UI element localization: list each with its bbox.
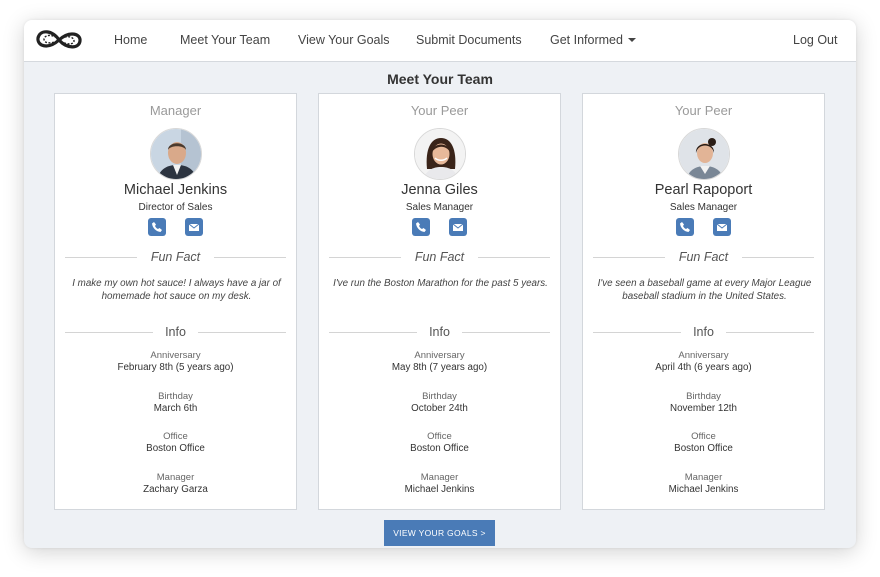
info-label: Manager: [684, 472, 723, 483]
anniversary-info: Anniversary February 8th (5 years ago): [55, 350, 296, 373]
logo-icon[interactable]: [34, 25, 84, 55]
office-info: Office Boston Office: [319, 431, 560, 454]
card-job-title: Sales Manager: [405, 202, 474, 213]
phone-icon[interactable]: [148, 218, 167, 236]
birthday-info: Birthday November 12th: [583, 391, 824, 414]
card-role: Manager: [149, 103, 202, 118]
anniversary-info: Anniversary May 8th (7 years ago): [319, 350, 560, 373]
fun-fact-divider: Fun Fact: [593, 250, 814, 264]
info-divider: Info: [329, 325, 550, 339]
info-value: Boston Office: [410, 443, 469, 454]
anniversary-info: Anniversary April 4th (6 years ago): [583, 350, 824, 373]
info-label: Birthday: [422, 391, 457, 402]
logout-link[interactable]: Log Out: [793, 33, 837, 47]
nav-meet-your-team[interactable]: Meet Your Team: [180, 33, 270, 47]
birthday-info: Birthday October 24th: [319, 391, 560, 414]
info-heading: Info: [693, 325, 714, 339]
info-label: Anniversary: [150, 350, 201, 361]
info-value: Zachary Garza: [143, 484, 208, 495]
team-card-manager: Manager Michael Jenkins Director of Sale…: [54, 93, 297, 510]
manager-info: Manager Michael Jenkins: [319, 472, 560, 495]
card-job-title: Sales Manager: [669, 202, 738, 213]
card-name: Michael Jenkins: [123, 182, 228, 198]
caret-down-icon: [627, 37, 636, 42]
manager-info: Manager Zachary Garza: [55, 472, 296, 495]
info-value: Boston Office: [146, 443, 205, 454]
nav-get-informed-dropdown[interactable]: Get Informed: [550, 33, 636, 47]
info-label: Manager: [420, 472, 459, 483]
card-job-title: Director of Sales: [138, 202, 213, 213]
office-info: Office Boston Office: [55, 431, 296, 454]
info-value: Michael Jenkins: [404, 484, 475, 495]
phone-icon[interactable]: [676, 218, 695, 236]
info-label: Office: [691, 431, 716, 442]
info-heading: Info: [429, 325, 450, 339]
office-info: Office Boston Office: [583, 431, 824, 454]
nav-get-informed-label: Get Informed: [550, 33, 623, 47]
card-name: Pearl Rapoport: [654, 182, 753, 198]
nav-view-your-goals[interactable]: View Your Goals: [298, 33, 390, 47]
avatar: [150, 128, 202, 180]
manager-info: Manager Michael Jenkins: [583, 472, 824, 495]
app-window: Home Meet Your Team View Your Goals Subm…: [24, 20, 856, 548]
page-title: Meet Your Team: [387, 71, 493, 87]
nav-submit-documents[interactable]: Submit Documents: [416, 33, 522, 47]
fun-fact-divider: Fun Fact: [329, 250, 550, 264]
info-divider: Info: [65, 325, 286, 339]
card-name: Jenna Giles: [401, 182, 478, 198]
info-label: Birthday: [158, 391, 193, 402]
info-value: November 12th: [670, 403, 737, 414]
email-icon[interactable]: [184, 218, 203, 236]
info-divider: Info: [593, 325, 814, 339]
fun-fact-heading: Fun Fact: [678, 250, 729, 264]
info-label: Office: [427, 431, 452, 442]
fun-fact-heading: Fun Fact: [150, 250, 201, 264]
avatar: [678, 128, 730, 180]
card-role: Your Peer: [674, 103, 733, 118]
info-value: February 8th (5 years ago): [117, 362, 234, 373]
avatar: [414, 128, 466, 180]
info-value: April 4th (6 years ago): [655, 362, 752, 373]
info-value: Michael Jenkins: [668, 484, 739, 495]
info-value: Boston Office: [674, 443, 733, 454]
info-label: Anniversary: [414, 350, 465, 361]
info-value: May 8th (7 years ago): [391, 362, 488, 373]
email-icon[interactable]: [448, 218, 467, 236]
fun-fact-divider: Fun Fact: [65, 250, 286, 264]
email-icon[interactable]: [712, 218, 731, 236]
fun-fact-heading: Fun Fact: [414, 250, 465, 264]
card-role: Your Peer: [410, 103, 469, 118]
team-card-peer: Your Peer Pearl Rapoport Sales Manager F…: [582, 93, 825, 510]
info-label: Manager: [156, 472, 195, 483]
info-label: Anniversary: [678, 350, 729, 361]
info-heading: Info: [165, 325, 186, 339]
nav-home[interactable]: Home: [114, 33, 147, 47]
view-your-goals-button[interactable]: VIEW YOUR GOALS >: [384, 520, 495, 546]
info-value: October 24th: [411, 403, 468, 414]
fun-fact-text: I've seen a baseball game at every Major…: [597, 278, 812, 302]
info-label: Birthday: [686, 391, 721, 402]
phone-icon[interactable]: [412, 218, 431, 236]
fun-fact-text: I've run the Boston Marathon for the pas…: [333, 278, 548, 289]
fun-fact-text: I make my own hot sauce! I always have a…: [72, 278, 281, 302]
info-value: March 6th: [153, 403, 198, 414]
birthday-info: Birthday March 6th: [55, 391, 296, 414]
info-label: Office: [163, 431, 188, 442]
team-card-peer: Your Peer Jenna Giles Sales Manager Fun …: [318, 93, 561, 510]
navbar: Home Meet Your Team View Your Goals Subm…: [24, 20, 856, 62]
